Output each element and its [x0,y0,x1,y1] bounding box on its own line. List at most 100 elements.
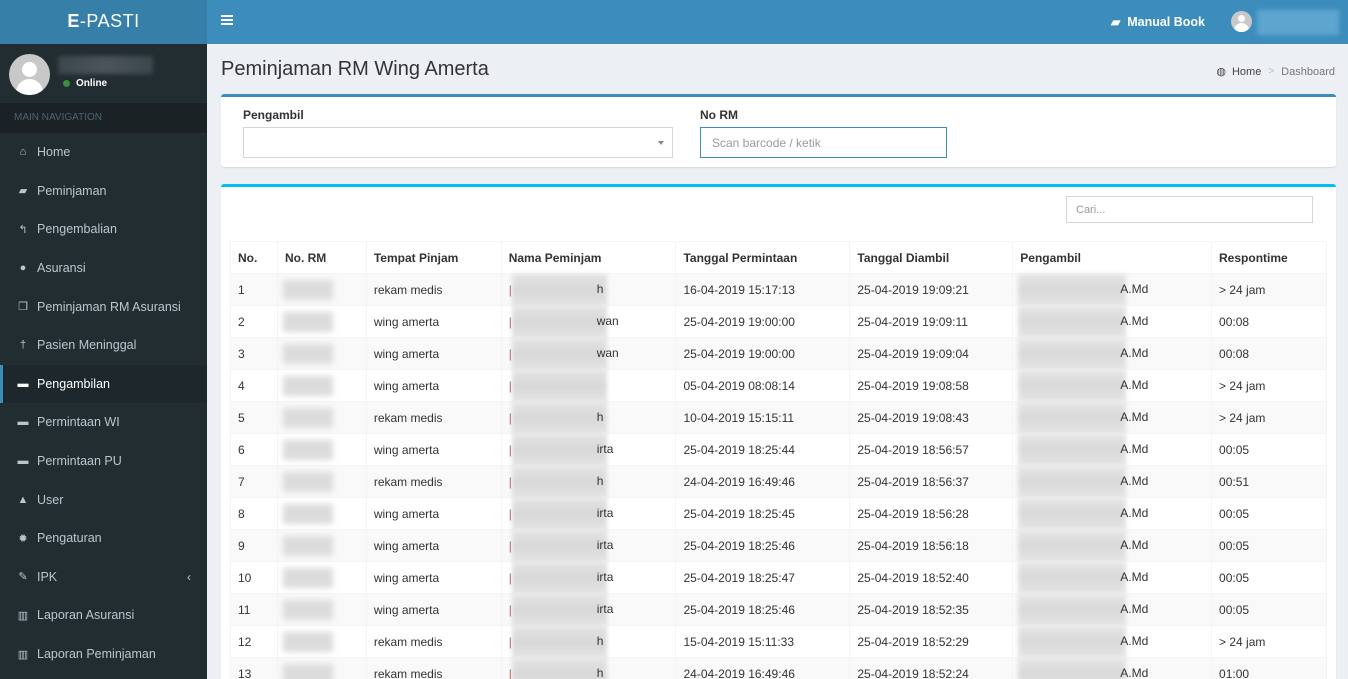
pengambil-visible-part: A.Md [1120,442,1149,456]
table-row[interactable]: 9 wing amerta | irta 25-04-2019 18:25:46 25-0… [230,529,1327,562]
sidebar-item-pasien-meninggal[interactable]: † Pasien Meninggal [0,326,207,365]
no-rm-input[interactable] [700,127,947,158]
user-name-redacted [58,56,153,74]
table-row[interactable]: 13 rekam medis | h 24-04-2019 16:49:46 25-04-… [230,657,1327,679]
pengambil-visible-part: A.Md [1120,378,1149,392]
cell-no: 13 [230,657,278,679]
cell-pengambil: A.Md [1012,273,1213,306]
pengambil-redacted [1018,562,1127,594]
sidebar-item-label: User [37,492,64,507]
column-header[interactable]: Pengambil [1012,241,1213,274]
table-row[interactable]: 1 rekam medis | h 16-04-2019 15:17:13 25-04-2… [230,273,1327,306]
sidebar-item-permintaan-wi[interactable]: ▬ Permintaan WI [0,403,207,442]
name-redacted [511,274,607,306]
pengambil-redacted [1018,370,1127,402]
sidebar-toggle-icon[interactable] [221,15,233,27]
app-logo[interactable]: E-PASTI [0,0,207,44]
table-row[interactable]: 11 wing amerta | irta 25-04-2019 18:25:46 25-… [230,593,1327,626]
table-search-input[interactable] [1066,196,1313,223]
cell-no-rm [276,497,367,530]
sidebar-item-user[interactable]: ▲ User [0,480,207,519]
breadcrumb-home[interactable]: Home [1232,66,1261,78]
table-row[interactable]: 6 wing amerta | irta 25-04-2019 18:25:44 25-0… [230,433,1327,466]
cell-pengambil: A.Md [1012,497,1213,530]
sidebar-nav: ⌂ Home ▰ Peminjaman ↰ Pengembalian ● Asuransi ❐ P… [0,133,207,673]
sidebar-item-label: Laporan Asuransi [37,608,135,623]
name-redacted [511,338,607,370]
column-header[interactable]: No. RM [276,241,367,274]
table-row[interactable]: 12 rekam medis | h 15-04-2019 15:11:33 25-04-… [230,625,1327,658]
sidebar-item-pengaturan[interactable]: ✹ Pengaturan [0,519,207,558]
name-visible-part: h [596,410,604,424]
name-redacted [511,626,607,658]
name-redacted [511,434,607,466]
table-row[interactable]: 4 wing amerta | 05-04-2019 08:08:14 25-04-20… [230,369,1327,402]
column-header[interactable]: Respontime [1211,241,1327,274]
cell-pengambil: A.Md [1012,305,1213,338]
sidebar-item-peminjaman[interactable]: ▰ Peminjaman [0,172,207,211]
avatar [9,54,50,95]
name-visible-part: h [596,474,604,488]
pengambil-redacted [1018,274,1127,306]
sidebar-item-ipk[interactable]: ✎ IPK ‹ [0,558,207,597]
pengambil-select[interactable] [243,127,673,158]
cell-tempat-pinjam: rekam medis [365,401,502,434]
table-row[interactable]: 10 wing amerta | irta 25-04-2019 18:25:47 25-… [230,561,1327,594]
cell-pengambil: A.Md [1012,529,1213,562]
sidebar-item-laporan-asuransi[interactable]: ▥ Laporan Asuransi [0,596,207,635]
cell-tanggal-permintaan: 24-04-2019 16:49:46 [675,465,851,498]
name-visible-part: h [596,282,604,296]
cell-tempat-pinjam: wing amerta [365,529,502,562]
sidebar-item-label: Peminjaman RM Asuransi [37,299,181,314]
cell-nama-peminjam: | irta [500,529,677,562]
sidebar-item-permintaan-pu[interactable]: ▬ Permintaan PU [0,442,207,481]
sidebar-item-asuransi[interactable]: ● Asuransi [0,249,207,288]
sidebar-item-home[interactable]: ⌂ Home [0,133,207,172]
cell-tanggal-permintaan: 25-04-2019 18:25:46 [675,593,851,626]
column-header[interactable]: Tanggal Diambil [849,241,1014,274]
cell-tanggal-permintaan: 05-04-2019 08:08:14 [675,369,851,402]
cell-no: 3 [230,337,278,370]
table-row[interactable]: 7 rekam medis | h 24-04-2019 16:49:46 25-04-2… [230,465,1327,498]
name-visible-part: wan [596,346,619,360]
column-header[interactable]: Tanggal Permintaan [675,241,851,274]
user-status: Online [63,78,107,89]
top-user-name-redacted[interactable] [1257,10,1339,35]
sidebar-item-label: Permintaan PU [37,454,122,469]
cell-nama-peminjam: | h [500,657,677,679]
cell-nama-peminjam: | h [500,465,677,498]
cell-respontime: 00:05 [1211,497,1327,530]
pengambil-visible-part: A.Md [1120,410,1149,424]
table-row[interactable]: 8 wing amerta | irta 25-04-2019 18:25:45 25-0… [230,497,1327,530]
cell-tanggal-diambil: 25-04-2019 19:09:11 [849,305,1014,338]
column-header[interactable]: Tempat Pinjam [365,241,502,274]
manual-book-link[interactable]: ▰ Manual Book [1111,0,1205,44]
table-row[interactable]: 3 wing amerta | wan 25-04-2019 19:00:00 25-04… [230,337,1327,370]
bar-chart-icon: ▥ [17,609,29,622]
sidebar-item-label: Pengaturan [37,531,102,546]
column-header[interactable]: No. [230,241,278,274]
name-redacted [511,370,607,402]
top-user-avatar[interactable] [1231,11,1252,32]
copy-icon: ❐ [18,301,28,314]
cell-pengambil: A.Md [1012,593,1213,626]
column-header[interactable]: Nama Peminjam [500,241,677,274]
cell-no-rm [276,625,367,658]
bed-icon: ▬ [17,416,29,429]
cell-no: 4 [230,369,278,402]
cell-no-rm [276,529,367,562]
sidebar-item-pengambilan[interactable]: ▬ Pengambilan [0,364,207,404]
sidebar-item-peminjaman-rm-asuransi[interactable]: ❐ Peminjaman RM Asuransi [0,287,207,326]
dashboard-icon: ◍ [1216,66,1226,78]
sidebar-item-label: Permintaan WI [37,415,120,430]
sidebar-item-label: Asuransi [37,261,86,276]
logo-bold: E [67,11,80,31]
sidebar-item-laporan-peminjaman[interactable]: ▥ Laporan Peminjaman [0,635,207,674]
sidebar-item-pengembalian[interactable]: ↰ Pengembalian [0,210,207,249]
cell-respontime: 00:05 [1211,593,1327,626]
cell-nama-peminjam: | h [500,273,677,306]
table-row[interactable]: 5 rekam medis | h 10-04-2019 15:15:11 25-04-2… [230,401,1327,434]
pengambil-visible-part: A.Md [1120,570,1149,584]
pengambil-visible-part: A.Md [1120,666,1149,679]
table-row[interactable]: 2 wing amerta | wan 25-04-2019 19:00:00 25-04… [230,305,1327,338]
